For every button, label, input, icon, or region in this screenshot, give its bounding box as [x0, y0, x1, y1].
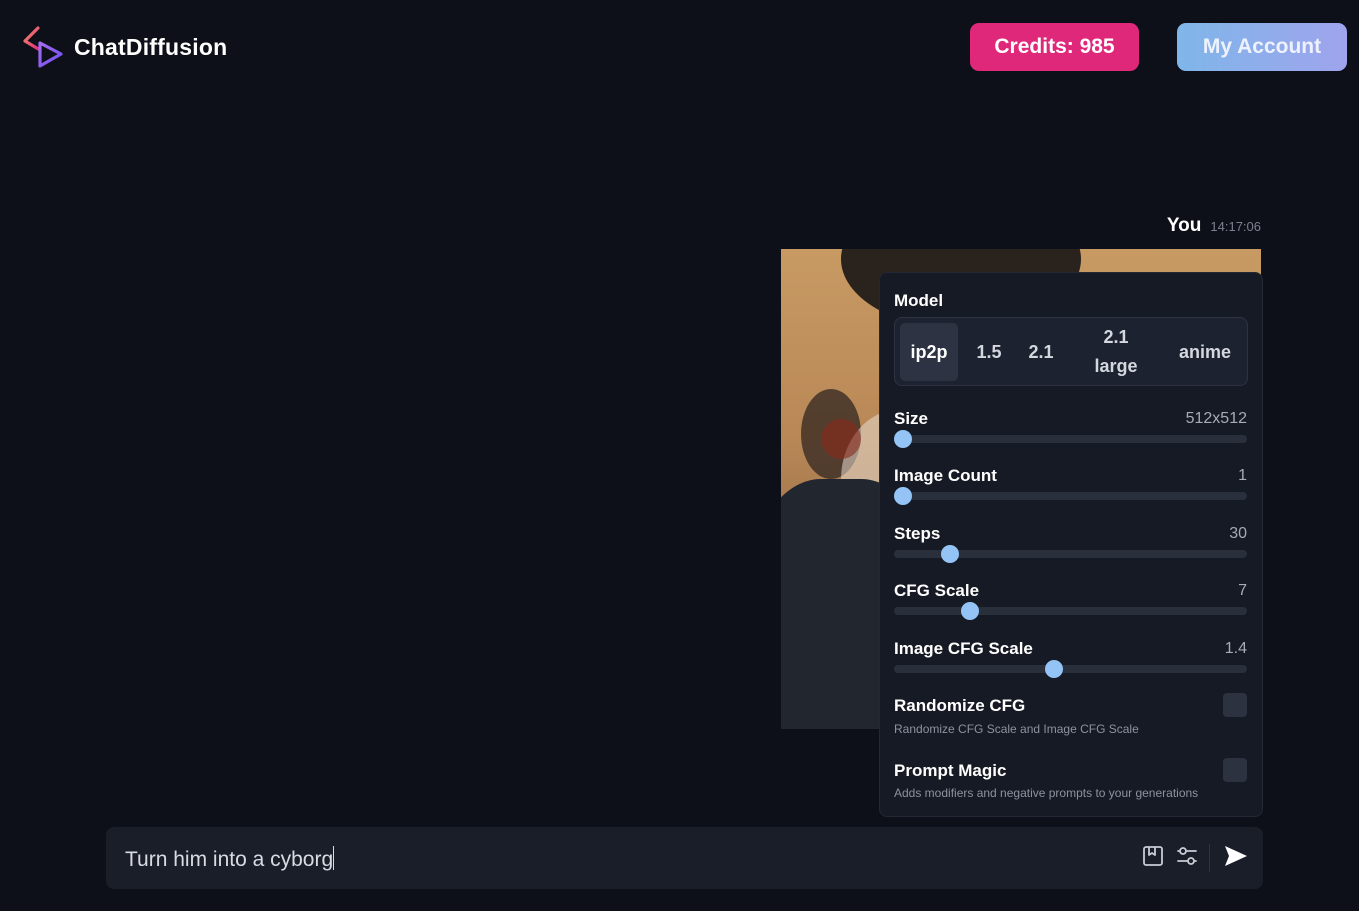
bookmark-button[interactable] [1141, 845, 1165, 872]
toolbar-divider [1209, 844, 1210, 872]
settings-sliders-icon [1176, 845, 1198, 872]
prompt-input-bar[interactable]: Turn him into a cyborg [106, 827, 1263, 889]
chat-page: ChatDiffusion Credits: 985 My Account Yo… [0, 0, 1359, 911]
randomize-cfg-checkbox[interactable] [1223, 693, 1247, 717]
steps-value: 30 [1229, 525, 1247, 542]
settings-toggle-button[interactable] [1175, 846, 1199, 870]
image-cfg-scale-slider[interactable] [894, 660, 1247, 678]
randomize-cfg-description: Randomize CFG Scale and Image CFG Scale [894, 722, 1139, 736]
send-icon [1224, 845, 1248, 872]
message-header: You 14:17:06 [1167, 215, 1261, 237]
prompt-magic-checkbox[interactable] [1223, 758, 1247, 782]
model-option-1-5[interactable]: 1.5 [965, 323, 1013, 381]
size-label: Size [894, 409, 929, 428]
app-logo[interactable]: ChatDiffusion [22, 25, 227, 69]
prompt-magic-description: Adds modifiers and negative prompts to y… [894, 786, 1199, 800]
size-slider[interactable] [894, 430, 1247, 448]
message-author: You [1166, 215, 1202, 236]
size-slider-thumb[interactable] [894, 430, 912, 448]
image-count-slider[interactable] [894, 487, 1247, 505]
model-option-2-1[interactable]: 2.1 [1017, 323, 1065, 381]
model-label: Model [894, 291, 944, 310]
model-option-2-1-large[interactable]: 2.1 large [1077, 323, 1155, 381]
my-account-button[interactable]: My Account [1177, 23, 1347, 71]
cfg-scale-slider[interactable] [894, 602, 1247, 620]
steps-slider-thumb[interactable] [941, 545, 959, 563]
prompt-input-text: Turn him into a cyborg [125, 848, 334, 871]
bookmark-icon [1142, 845, 1164, 872]
text-caret [333, 846, 335, 870]
message-time: 14:17:06 [1210, 219, 1261, 234]
image-cfg-scale-label: Image CFG Scale [894, 639, 1033, 658]
randomize-cfg-label: Randomize CFG [894, 696, 1026, 715]
logo-icon [22, 25, 64, 69]
model-selector: ip2p 1.5 2.1 2.1 large anime [894, 317, 1248, 386]
steps-label: Steps [894, 524, 941, 543]
model-option-anime[interactable]: anime [1167, 323, 1243, 381]
prompt-input[interactable]: Turn him into a cyborg [125, 846, 335, 872]
send-button[interactable] [1223, 845, 1249, 872]
image-cfg-scale-value: 1.4 [1224, 640, 1247, 657]
prompt-magic-label: Prompt Magic [894, 761, 1007, 780]
cfg-scale-slider-thumb[interactable] [961, 602, 979, 620]
size-value: 512x512 [1185, 410, 1247, 427]
credits-button[interactable]: Credits: 985 [970, 23, 1139, 71]
steps-slider[interactable] [894, 545, 1247, 563]
image-cfg-scale-slider-thumb[interactable] [1045, 660, 1063, 678]
cfg-scale-label: CFG Scale [894, 581, 980, 600]
generation-settings-panel: Model ip2p 1.5 2.1 2.1 large anime Size 5… [879, 272, 1263, 817]
image-count-label: Image Count [894, 466, 997, 485]
model-option-ip2p[interactable]: ip2p [900, 323, 958, 381]
app-name: ChatDiffusion [74, 33, 228, 60]
cfg-scale-value: 7 [1238, 582, 1247, 599]
image-count-slider-thumb[interactable] [894, 487, 912, 505]
image-count-value: 1 [1238, 467, 1247, 484]
